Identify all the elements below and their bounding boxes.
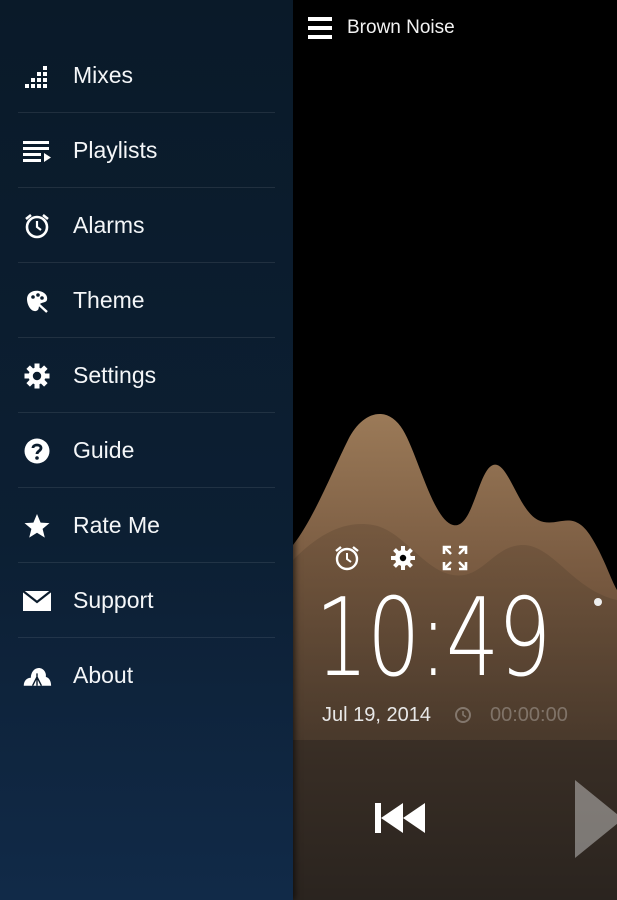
alarm-clock-icon[interactable]	[333, 544, 361, 572]
page-title: Brown Noise	[347, 17, 455, 38]
player-toolbar	[333, 544, 493, 572]
drawer-item-label: Rate Me	[73, 512, 160, 538]
help-icon	[22, 436, 52, 466]
drawer-item-support[interactable]: Support	[0, 563, 293, 638]
hamburger-icon[interactable]	[307, 15, 333, 41]
star-icon	[22, 511, 52, 541]
clock-date: Jul 19, 2014	[322, 704, 431, 726]
drawer-item-label: Theme	[73, 287, 145, 313]
alarm-clock-icon	[22, 211, 52, 241]
clock-time: 10:49	[315, 576, 552, 701]
equalizer-icon	[22, 61, 52, 91]
palette-icon	[22, 286, 52, 316]
drawer-item-label: Support	[73, 587, 154, 613]
drawer-item-label: Playlists	[73, 137, 158, 163]
navigation-drawer: Mixes Playlists Alarms Theme Settings Gu…	[0, 0, 293, 900]
play-icon[interactable]	[573, 778, 617, 860]
player-screen: Brown Noise 10:49 Jul 19, 2014 00:00:00	[293, 0, 617, 900]
drawer-item-guide[interactable]: Guide	[0, 413, 293, 488]
action-bar: Brown Noise	[293, 0, 617, 56]
drawer-item-label: Mixes	[73, 62, 134, 88]
sound-wave-background	[293, 413, 617, 900]
fullscreen-icon[interactable]	[441, 544, 469, 572]
cloud-icon	[22, 661, 52, 691]
drawer-item-playlists[interactable]: Playlists	[0, 113, 293, 188]
drawer-item-about[interactable]: About	[0, 638, 293, 713]
drawer-item-settings[interactable]: Settings	[0, 338, 293, 413]
playlist-icon	[22, 136, 52, 166]
drawer-item-label: Guide	[73, 437, 135, 463]
previous-icon[interactable]	[373, 800, 427, 836]
pm-indicator	[594, 598, 602, 606]
drawer-item-label: Alarms	[73, 212, 145, 238]
envelope-icon	[22, 586, 52, 616]
drawer-item-theme[interactable]: Theme	[0, 263, 293, 338]
drawer-item-rate-me[interactable]: Rate Me	[0, 488, 293, 563]
sleep-timer: 00:00:00	[490, 704, 568, 726]
drawer-item-mixes[interactable]: Mixes	[0, 38, 293, 113]
drawer-item-alarms[interactable]: Alarms	[0, 188, 293, 263]
timer-icon	[455, 707, 471, 723]
gear-icon	[22, 361, 52, 391]
drawer-item-label: About	[73, 662, 134, 688]
drawer-item-label: Settings	[73, 362, 157, 388]
gear-icon[interactable]	[389, 544, 417, 572]
drawer-menu: Mixes Playlists Alarms Theme Settings Gu…	[0, 38, 293, 713]
